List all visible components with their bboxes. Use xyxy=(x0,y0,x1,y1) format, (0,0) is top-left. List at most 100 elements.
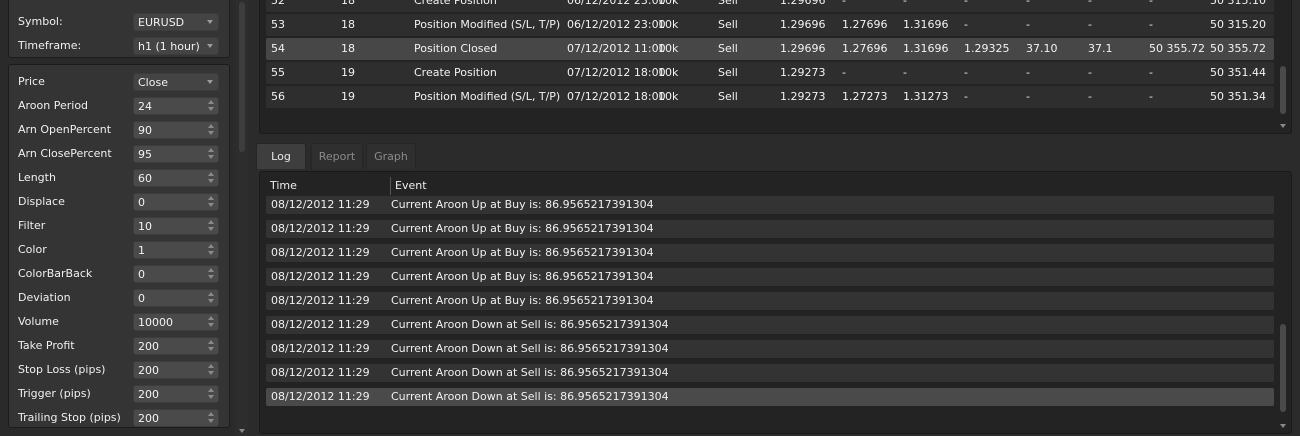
tab-log[interactable]: Log xyxy=(256,143,306,169)
timeframe-select[interactable]: h1 (1 hour) xyxy=(133,37,219,55)
cell-event: Current Aroon Up at Buy is: 86.956521739… xyxy=(391,294,654,307)
table-row[interactable]: 53 18 Position Modified (S/L, T/P) 06/12/20… xyxy=(266,14,1274,36)
stepper-up-icon[interactable] xyxy=(208,100,214,104)
param-row: Arn OpenPercent 90 xyxy=(9,119,231,143)
stepper-down-icon[interactable] xyxy=(208,155,214,159)
trades-scrollbar[interactable] xyxy=(1279,0,1287,130)
symbol-select[interactable]: EURUSD xyxy=(133,13,219,31)
scroll-down-icon[interactable] xyxy=(239,429,245,433)
stepper-arrows[interactable] xyxy=(208,388,215,400)
stepper-down-icon[interactable] xyxy=(208,347,214,351)
stepper-down-icon[interactable] xyxy=(208,275,214,279)
scroll-down-icon[interactable] xyxy=(1280,424,1286,428)
scroll-thumb[interactable] xyxy=(1280,324,1286,412)
cell-equity: 50 351.44 xyxy=(1210,66,1266,79)
cell-pos: 18 xyxy=(341,18,355,31)
param-stepper[interactable]: 0 xyxy=(133,265,219,283)
stepper-arrows[interactable] xyxy=(208,220,215,232)
scroll-thumb[interactable] xyxy=(239,2,245,152)
log-row[interactable]: 08/12/2012 11:29 Current Aroon Down at Se… xyxy=(266,316,1274,334)
log-row[interactable]: 08/12/2012 11:29 Current Aroon Down at Se… xyxy=(266,388,1274,406)
cell-event: Current Aroon Down at Sell is: 86.956521… xyxy=(391,342,669,355)
stepper-down-icon[interactable] xyxy=(208,299,214,303)
param-value: 200 xyxy=(138,340,159,353)
stepper-arrows[interactable] xyxy=(208,316,215,328)
stepper-up-icon[interactable] xyxy=(208,316,214,320)
stepper-arrows[interactable] xyxy=(208,124,215,136)
param-stepper[interactable]: 1 xyxy=(133,241,219,259)
log-row[interactable]: 08/12/2012 11:29 Current Aroon Down at Se… xyxy=(266,340,1274,358)
log-row[interactable]: 08/12/2012 11:29 Current Aroon Down at Se… xyxy=(266,364,1274,382)
stepper-down-icon[interactable] xyxy=(208,251,214,255)
param-stepper[interactable]: 90 xyxy=(133,121,219,139)
stepper-down-icon[interactable] xyxy=(208,107,214,111)
param-stepper[interactable]: 24 xyxy=(133,97,219,115)
log-row[interactable]: 08/12/2012 11:29 Current Aroon Up at Buy … xyxy=(266,268,1274,286)
stepper-up-icon[interactable] xyxy=(208,388,214,392)
stepper-arrows[interactable] xyxy=(208,244,215,256)
stepper-arrows[interactable] xyxy=(208,292,215,304)
stepper-arrows[interactable] xyxy=(208,412,215,424)
param-stepper[interactable]: 0 xyxy=(133,193,219,211)
param-stepper[interactable]: 200 xyxy=(133,361,219,379)
scroll-thumb[interactable] xyxy=(1280,66,1286,114)
stepper-down-icon[interactable] xyxy=(208,179,214,183)
param-stepper[interactable]: 95 xyxy=(133,145,219,163)
param-select[interactable]: Close xyxy=(133,73,219,91)
stepper-up-icon[interactable] xyxy=(208,148,214,152)
param-stepper[interactable]: 0 xyxy=(133,289,219,307)
stepper-arrows[interactable] xyxy=(208,172,215,184)
stepper-down-icon[interactable] xyxy=(208,227,214,231)
stepper-up-icon[interactable] xyxy=(208,196,214,200)
param-stepper[interactable]: 200 xyxy=(133,337,219,355)
column-divider[interactable] xyxy=(390,177,391,195)
stepper-up-icon[interactable] xyxy=(208,172,214,176)
column-header-event[interactable]: Event xyxy=(395,179,427,192)
stepper-down-icon[interactable] xyxy=(208,395,214,399)
stepper-down-icon[interactable] xyxy=(208,371,214,375)
left-scrollbar[interactable] xyxy=(236,0,248,436)
log-scrollbar[interactable] xyxy=(1279,172,1287,431)
table-row[interactable]: 52 18 Create Position 06/12/2012 23:00 10k Se… xyxy=(266,0,1274,12)
cell-tp: 1.31696 xyxy=(903,42,949,55)
stepper-down-icon[interactable] xyxy=(208,323,214,327)
log-row[interactable]: 08/12/2012 11:29 Current Aroon Up at Buy … xyxy=(266,220,1274,238)
cell-pips: - xyxy=(1026,66,1030,79)
stepper-up-icon[interactable] xyxy=(208,340,214,344)
table-row[interactable]: 54 18 Position Closed 07/12/2012 11:00 10k Se… xyxy=(266,38,1274,60)
stepper-up-icon[interactable] xyxy=(208,124,214,128)
table-row[interactable]: 56 19 Position Modified (S/L, T/P) 07/12/20… xyxy=(266,86,1274,108)
scroll-down-icon[interactable] xyxy=(1280,124,1286,128)
log-row[interactable]: 08/12/2012 11:29 Current Aroon Up at Buy … xyxy=(266,244,1274,262)
stepper-arrows[interactable] xyxy=(208,148,215,160)
stepper-down-icon[interactable] xyxy=(208,131,214,135)
stepper-up-icon[interactable] xyxy=(208,220,214,224)
stepper-up-icon[interactable] xyxy=(208,412,214,416)
param-stepper[interactable]: 200 xyxy=(133,385,219,403)
stepper-arrows[interactable] xyxy=(208,364,215,376)
stepper-down-icon[interactable] xyxy=(208,419,214,423)
log-row[interactable]: 08/12/2012 11:29 Current Aroon Up at Buy … xyxy=(266,292,1274,310)
stepper-down-icon[interactable] xyxy=(208,203,214,207)
timeframe-row: Timeframe: h1 (1 hour) xyxy=(9,35,231,59)
stepper-up-icon[interactable] xyxy=(208,292,214,296)
param-stepper[interactable]: 10 xyxy=(133,217,219,235)
param-stepper[interactable]: 200 xyxy=(133,409,219,427)
cell-pos: 18 xyxy=(341,0,355,7)
stepper-arrows[interactable] xyxy=(208,196,215,208)
stepper-arrows[interactable] xyxy=(208,100,215,112)
stepper-up-icon[interactable] xyxy=(208,364,214,368)
stepper-arrows[interactable] xyxy=(208,340,215,352)
column-header-time[interactable]: Time xyxy=(270,179,297,192)
stepper-arrows[interactable] xyxy=(208,268,215,280)
tab-report[interactable]: Report xyxy=(311,143,363,169)
stepper-up-icon[interactable] xyxy=(208,244,214,248)
table-row[interactable]: 55 19 Create Position 07/12/2012 18:00 10k Se… xyxy=(266,62,1274,84)
stepper-up-icon[interactable] xyxy=(208,268,214,272)
cell-pips: - xyxy=(1026,90,1030,103)
log-row[interactable]: 08/12/2012 11:29 Current Aroon Up at Buy … xyxy=(266,196,1274,214)
param-row: Trigger (pips) 200 xyxy=(9,383,231,407)
param-stepper[interactable]: 10000 xyxy=(133,313,219,331)
tab-graph[interactable]: Graph xyxy=(366,143,416,169)
param-stepper[interactable]: 60 xyxy=(133,169,219,187)
